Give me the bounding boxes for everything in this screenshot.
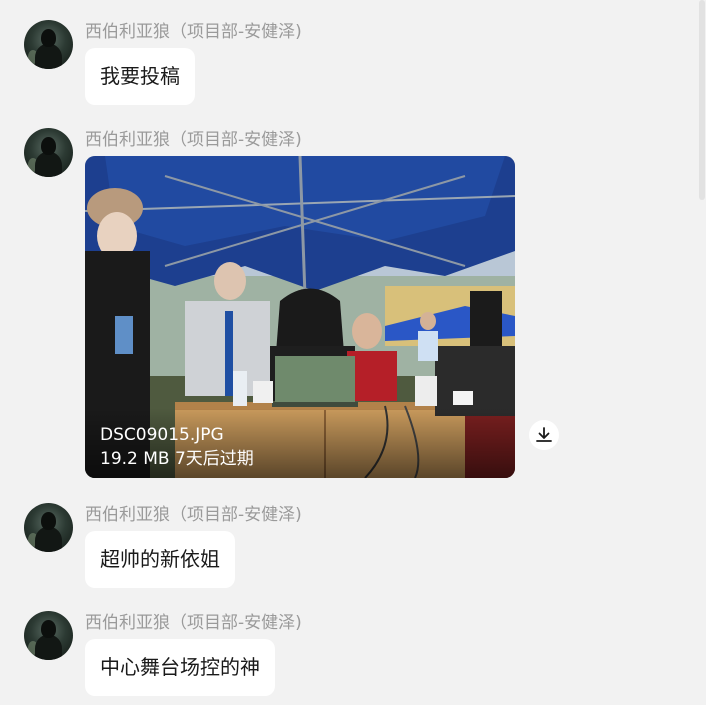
- avatar[interactable]: [24, 128, 73, 177]
- avatar[interactable]: [24, 611, 73, 660]
- message-item: 西伯利亚狼（项目部-安健泽) 超帅的新依姐: [24, 503, 664, 593]
- message-bubble[interactable]: 我要投稿: [85, 48, 195, 105]
- message-item: 西伯利亚狼（项目部-安健泽) 中心舞台场控的神: [24, 611, 664, 701]
- message-item: 西伯利亚狼（项目部-安健泽) DSC09015.JPG 19.2 MB 7天后过…: [24, 128, 664, 480]
- scrollbar[interactable]: [698, 0, 706, 705]
- message-bubble[interactable]: 超帅的新依姐: [85, 531, 235, 588]
- message-item: 西伯利亚狼（项目部-安健泽) 我要投稿: [24, 20, 664, 110]
- avatar[interactable]: [24, 503, 73, 552]
- sender-name[interactable]: 西伯利亚狼（项目部-安健泽): [85, 503, 302, 527]
- avatar[interactable]: [24, 20, 73, 69]
- download-button[interactable]: [529, 420, 559, 450]
- message-bubble[interactable]: 中心舞台场控的神: [85, 639, 275, 696]
- sender-name[interactable]: 西伯利亚狼（项目部-安健泽): [85, 20, 302, 44]
- image-file-card[interactable]: DSC09015.JPG 19.2 MB 7天后过期: [85, 156, 515, 478]
- sender-name[interactable]: 西伯利亚狼（项目部-安健泽): [85, 128, 302, 152]
- sender-name[interactable]: 西伯利亚狼（项目部-安健泽): [85, 611, 302, 635]
- scrollbar-thumb[interactable]: [699, 0, 705, 200]
- chat-message-list: 西伯利亚狼（项目部-安健泽) 我要投稿 西伯利亚狼（项目部-安健泽) DSC09…: [0, 0, 706, 705]
- file-meta: 19.2 MB 7天后过期: [100, 449, 254, 469]
- download-icon: [536, 427, 552, 442]
- file-name: DSC09015.JPG: [100, 425, 224, 445]
